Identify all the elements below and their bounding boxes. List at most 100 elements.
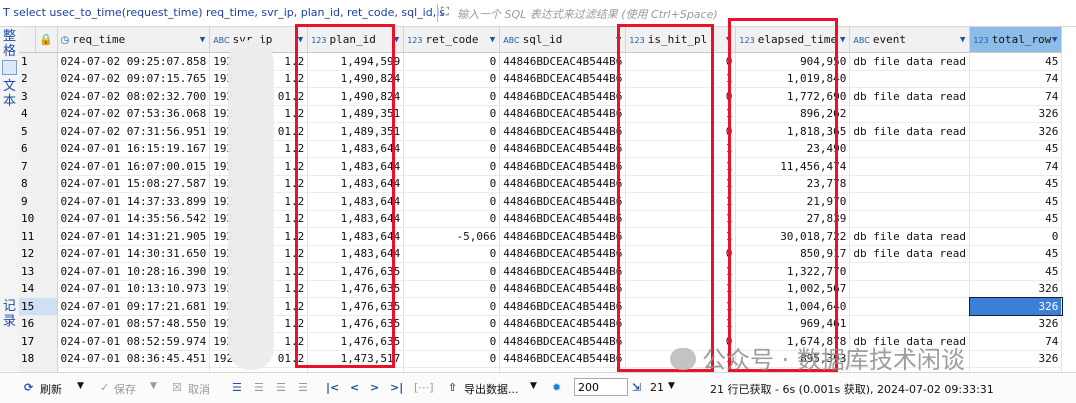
cell-req-time[interactable]: 024-07-01 10:28:16.390 [57,262,211,281]
cell-event[interactable]: db file data read [849,122,971,141]
row-number[interactable]: 6 [19,140,58,158]
sort-icon[interactable]: ▼ [1052,35,1057,45]
cell-ret-code[interactable]: 0 [403,245,501,263]
cell-req-time[interactable]: 024-07-01 14:35:56.542 [57,210,211,228]
table-row[interactable]: 14 024-07-01 10:13:10.973 192. 1.2 1,476,635… [19,280,1063,298]
cell-event[interactable] [849,315,971,333]
cell-event[interactable] [849,105,971,123]
table-row[interactable]: 16 024-07-01 08:57:48.550 192. 1.2 1,476,635… [19,315,1063,333]
export-dropdown-icon[interactable]: ▼ [530,381,537,391]
refresh-button[interactable]: 刷新 [40,381,62,397]
col-header-total-row[interactable]: 123 total_row ▼ [969,27,1063,53]
row-number[interactable]: 14 [19,280,58,298]
cell-total-row[interactable]: 45 [969,245,1063,263]
add-row-icon[interactable]: ☰ [254,381,264,394]
filter-expand-icon[interactable]: ⛶ [441,5,453,19]
cell-total-row[interactable]: 45 [969,210,1063,228]
lock-icon[interactable]: 🔒 [35,27,58,53]
next-page-icon[interactable]: > [370,381,379,394]
table-row[interactable]: 12 024-07-01 14:30:31.650 192. 1.2 1,483,644… [19,245,1063,263]
cell-req-time[interactable]: 024-07-01 08:57:48.550 [57,315,211,333]
row-number[interactable]: 12 [19,245,58,263]
table-row[interactable]: 15 024-07-01 09:17:21.681 192. 1.2 1,476,635… [19,296,1063,316]
cell-ret-code[interactable]: 0 [403,192,501,211]
cell-sql-id[interactable]: 44846BDCEAC4B544B6 [499,210,627,228]
cell-req-time[interactable]: 024-07-01 14:37:33.899 [57,192,211,211]
first-page-icon[interactable]: |< [326,381,339,394]
grid-view-label[interactable]: 整格 [2,29,17,59]
cell-sql-id[interactable]: 44846BDCEAC4B544B6 [499,192,627,211]
cell-req-time[interactable]: 024-07-01 15:08:27.587 [57,175,211,193]
cell-sql-id[interactable]: 44846BDCEAC4B544B6 [499,105,627,123]
cell-ret-code[interactable]: 0 [403,122,501,141]
last-page-icon[interactable]: >| [390,381,403,394]
cell-event[interactable] [849,140,971,158]
cell-total-row[interactable]: 326 [969,315,1063,333]
col-header-sql-id[interactable]: ABC sql_id ▼ [499,27,627,53]
col-header-req-time[interactable]: ◷ req_time ▼ [57,27,211,53]
cell-ret-code[interactable]: 0 [403,157,501,176]
cell-event[interactable] [849,280,971,298]
cell-event[interactable] [849,297,971,316]
table-row[interactable]: 13 024-07-01 10:28:16.390 192. 1.2 1,476,635… [19,262,1063,281]
cell-ret-code[interactable]: 0 [403,210,501,228]
cell-total-row[interactable]: 45 [969,262,1063,281]
result-filter-input[interactable]: 输入一个 SQL 表达式来过滤结果 (使用 Ctrl+Space) [457,6,718,22]
cell-total-row[interactable]: 74 [969,70,1063,88]
cell-ret-code[interactable]: 0 [403,315,501,333]
cell-event[interactable] [849,262,971,281]
cell-ret-code[interactable]: 0 [403,262,501,281]
row-number[interactable]: 7 [19,157,58,176]
row-number[interactable]: 8 [19,175,58,193]
table-row[interactable]: 3 024-07-02 08:02:32.700 192. 01.2 1,490,824… [19,87,1063,106]
cell-total-row[interactable]: 0 [969,227,1063,246]
cell-ret-code[interactable]: 0 [403,105,501,123]
refresh-dropdown-icon[interactable]: ▼ [77,381,84,391]
cell-sql-id[interactable]: 44846BDCEAC4B544B6 [499,140,627,158]
col-header-event[interactable]: ABC event ▼ [849,27,971,53]
cell-sql-id[interactable]: 44846BDCEAC4B544B6 [499,280,627,298]
cell-sql-id[interactable]: 44846BDCEAC4B544B6 [499,157,627,176]
cell-sql-id[interactable]: 44846BDCEAC4B544B6 [499,262,627,281]
row-number[interactable]: 10 [19,210,58,228]
cell-ret-code[interactable]: 0 [403,350,501,368]
cell-event[interactable]: db file data read [849,87,971,106]
cell-event[interactable]: db file data read [849,227,971,246]
row-number[interactable]: 13 [19,262,58,281]
cell-req-time[interactable]: 024-07-01 09:17:21.681 [57,297,211,316]
table-row[interactable]: 1 024-07-02 09:25:07.858 192. 1.2 1,494,599 0… [19,52,1063,71]
cell-sql-id[interactable]: 44846BDCEAC4B544B6 [499,122,627,141]
table-row[interactable]: 7 024-07-01 16:07:00.015 192. 1.2 1,483,644 0… [19,157,1063,176]
cell-total-row[interactable]: 326 [969,280,1063,298]
sql-query-text[interactable]: T select usec_to_time(request_time) req_… [3,6,445,19]
fetch-settings-gear-icon[interactable]: ✹ [552,381,561,394]
cell-ret-code[interactable]: 0 [403,175,501,193]
sort-icon[interactable]: ▼ [200,35,205,45]
table-row[interactable]: 8 024-07-01 15:08:27.587 192. 1.2 1,483,644 0… [19,175,1063,193]
row-number[interactable]: 3 [19,87,58,106]
cell-total-row[interactable]: 326 [969,105,1063,123]
cell-total-row[interactable]: 326 [968,296,1063,316]
sort-icon[interactable]: ▼ [490,35,495,45]
row-number[interactable]: 15 [19,297,58,316]
cell-total-row[interactable]: 74 [969,157,1063,176]
cell-req-time[interactable]: 024-07-01 16:15:19.167 [57,140,211,158]
save-dropdown-icon[interactable]: ▼ [150,381,157,391]
row-number[interactable]: 1 [19,52,58,71]
cell-total-row[interactable]: 45 [969,52,1063,71]
edit-row-icon[interactable]: ☰ [232,381,242,394]
cell-sql-id[interactable]: 44846BDCEAC4B544B6 [499,245,627,263]
cell-event[interactable]: db file data read [849,245,971,263]
sort-icon[interactable]: ▼ [960,35,965,45]
row-count-dropdown-icon[interactable]: ▼ [668,381,675,391]
sort-icon[interactable]: ▼ [840,35,845,45]
cell-ret-code[interactable]: -5,066 [403,227,501,246]
cell-sql-id[interactable]: 44846BDCEAC4B544B6 [499,87,627,106]
cell-sql-id[interactable]: 44846BDCEAC4B544B6 [499,227,627,246]
save-button[interactable]: 保存 [114,381,136,397]
cell-req-time[interactable]: 024-07-02 07:31:56.951 [57,122,211,141]
cell-sql-id[interactable]: 44846BDCEAC4B544B6 [499,52,627,71]
cell-event[interactable] [849,157,971,176]
cell-req-time[interactable]: 024-07-01 08:36:45.451 [57,350,211,368]
cancel-button[interactable]: 取消 [188,381,210,397]
